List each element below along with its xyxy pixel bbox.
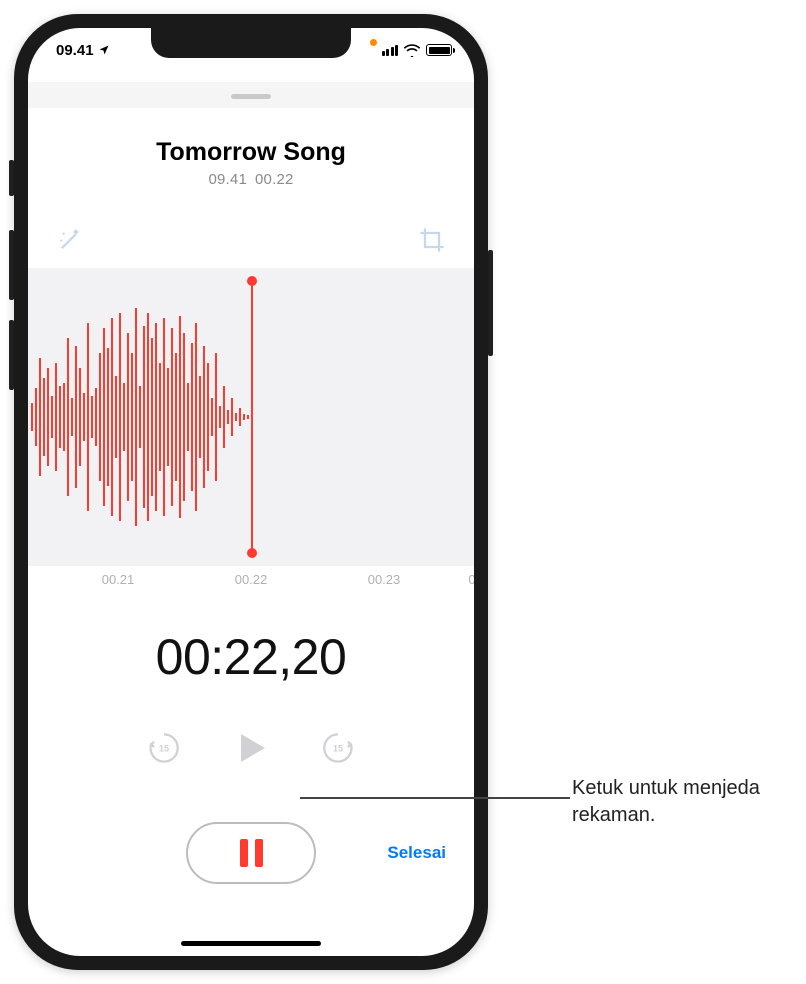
elapsed-timer: 00:22,20 <box>28 628 474 686</box>
recording-meta: 09.41 00.22 <box>28 171 474 188</box>
ruler-tick: 00.21 <box>102 572 135 587</box>
recording-created-time: 09.41 <box>208 171 247 188</box>
callout-line-2: rekaman. <box>572 804 655 826</box>
recording-header: Tomorrow Song 09.41 00.22 <box>28 138 474 188</box>
ruler-tick: 00.23 <box>368 572 401 587</box>
play-icon <box>231 728 271 768</box>
callout-line-1: Ketuk untuk menjeda <box>572 777 760 799</box>
pause-icon <box>240 839 263 867</box>
skip-forward-15-icon: 15 <box>319 729 357 767</box>
time-ruler: 00.21 00.22 00.23 0 <box>28 572 474 596</box>
recording-title: Tomorrow Song <box>28 138 474 167</box>
svg-text:15: 15 <box>333 744 343 754</box>
sheet-grabber[interactable] <box>231 94 271 99</box>
location-icon <box>98 44 110 56</box>
ruler-tick: 00.22 <box>235 572 268 587</box>
recording-indicator-icon <box>370 39 377 46</box>
playback-controls: 15 15 <box>28 728 474 768</box>
power-button <box>488 250 493 356</box>
callout-leader-line <box>300 797 570 799</box>
svg-text:15: 15 <box>159 744 169 754</box>
playhead-handle-top[interactable] <box>247 276 257 286</box>
home-indicator[interactable] <box>181 941 321 946</box>
cellular-signal-icon <box>382 45 399 56</box>
waveform-area[interactable] <box>28 268 474 566</box>
notch <box>151 28 351 58</box>
enhance-icon[interactable] <box>56 226 84 254</box>
ruler-tick: 0 <box>468 572 474 587</box>
battery-icon <box>426 44 452 56</box>
wifi-icon <box>403 44 421 57</box>
crop-icon[interactable] <box>418 226 446 254</box>
playhead-line <box>251 280 253 554</box>
screen: 09.41 Tomorrow Song 09.4 <box>28 28 474 956</box>
done-button[interactable]: Selesai <box>387 843 446 863</box>
recording-duration: 00.22 <box>255 171 294 188</box>
pause-button[interactable] <box>186 822 316 884</box>
phone-frame: 09.41 Tomorrow Song 09.4 <box>14 14 488 970</box>
status-time: 09.41 <box>56 42 94 59</box>
playhead-handle-bottom[interactable] <box>247 548 257 558</box>
skip-back-15-icon: 15 <box>145 729 183 767</box>
callout-text: Ketuk untuk menjeda rekaman. <box>572 775 760 829</box>
